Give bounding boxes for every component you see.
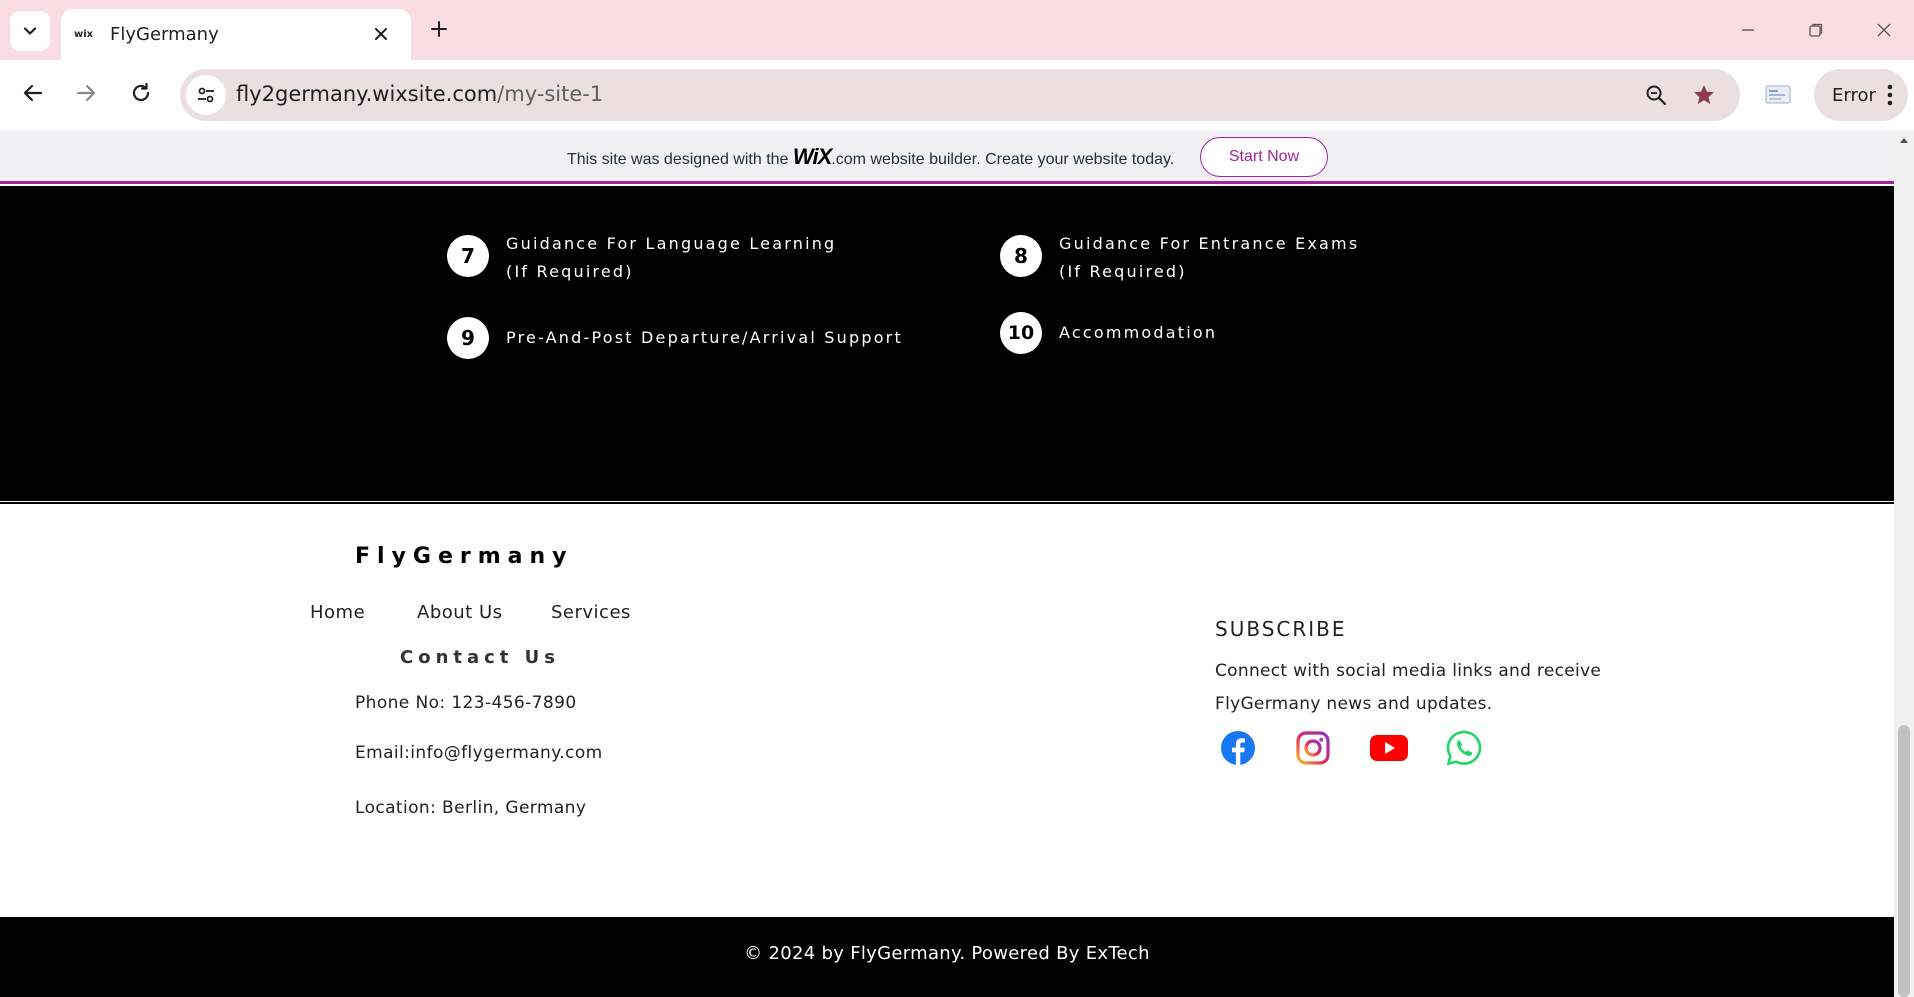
tab-strip: wix FlyGermany <box>0 0 1914 60</box>
service-item-10: 10 Accommodation <box>1000 312 1217 354</box>
tab-close-button[interactable] <box>369 22 393 46</box>
service-line: Guidance For Entrance Exams <box>1059 234 1360 253</box>
back-button[interactable] <box>13 73 53 113</box>
tab-title: FlyGermany <box>110 24 219 45</box>
start-now-button[interactable]: Start Now <box>1200 137 1328 177</box>
wix-ad-banner: This site was designed with the WiX.com … <box>0 130 1894 184</box>
copyright-bar: © 2024 by FlyGermany. Powered By ExTech <box>0 917 1894 997</box>
instagram-link[interactable] <box>1293 728 1333 768</box>
youtube-link[interactable] <box>1369 728 1409 768</box>
chevron-down-icon <box>23 27 37 35</box>
wix-logo: WiX <box>792 144 832 169</box>
banner-text-after: .com website builder. Create your websit… <box>831 151 1175 168</box>
service-number: 9 <box>447 317 489 359</box>
close-icon <box>375 28 387 40</box>
minimize-button[interactable] <box>1728 12 1768 48</box>
contact-phone: Phone No: 123-456-7890 <box>355 693 577 713</box>
url-text: fly2germany.wixsite.com/my-site-1 <box>236 82 603 106</box>
contact-title: Contact Us <box>400 647 561 668</box>
browser-tab[interactable]: wix FlyGermany <box>61 9 411 60</box>
service-number: 8 <box>1000 235 1042 277</box>
page-viewport: This site was designed with the WiX.com … <box>0 130 1914 997</box>
page-scrollbar[interactable] <box>1894 130 1914 997</box>
error-label: Error <box>1832 84 1876 106</box>
restore-button[interactable] <box>1796 12 1836 48</box>
services-section: 7 Guidance For Language Learning (If Req… <box>0 186 1894 501</box>
scrollbar-thumb[interactable] <box>1898 725 1910 997</box>
footer-brand: FlyGermany <box>355 544 574 569</box>
profile-error-chip[interactable]: Error <box>1814 69 1908 121</box>
service-text: Guidance For Language Learning (If Requi… <box>506 230 836 286</box>
new-tab-button[interactable] <box>424 14 454 44</box>
subscribe-title: SUBSCRIBE <box>1215 617 1347 641</box>
tab-search-button[interactable] <box>10 11 50 51</box>
contact-location: Location: Berlin, Germany <box>355 798 587 818</box>
extension-icon <box>1765 85 1791 104</box>
arrow-left-icon <box>23 84 43 102</box>
tune-icon <box>198 87 214 103</box>
more-vert-icon <box>1887 84 1893 106</box>
service-line: Pre-And-Post Departure/Arrival Support <box>506 328 903 347</box>
instagram-icon <box>1296 731 1330 765</box>
footer-nav-home[interactable]: Home <box>310 602 365 623</box>
service-line: Guidance For Language Learning <box>506 234 837 253</box>
reload-icon <box>132 82 150 102</box>
contact-email[interactable]: Email:info@flygermany.com <box>355 743 603 763</box>
star-icon <box>1694 85 1714 104</box>
footer-nav-about-us[interactable]: About Us <box>417 602 503 623</box>
browser-toolbar: fly2germany.wixsite.com/my-site-1 Error <box>0 60 1914 130</box>
reload-button[interactable] <box>121 73 161 113</box>
bookmark-button[interactable] <box>1686 77 1722 113</box>
site-footer: FlyGermany Home About Us Services Contac… <box>0 504 1894 917</box>
minimize-icon <box>1742 29 1754 31</box>
youtube-icon <box>1370 735 1408 761</box>
plus-icon <box>431 21 447 37</box>
service-item-9: 9 Pre-And-Post Departure/Arrival Support <box>447 317 903 359</box>
footer-nav-services[interactable]: Services <box>551 602 631 623</box>
arrow-right-icon <box>76 84 96 102</box>
copyright-text: © 2024 by FlyGermany. Powered By ExTech <box>744 943 1150 964</box>
whatsapp-icon <box>1446 730 1482 766</box>
service-item-7: 7 Guidance For Language Learning (If Req… <box>447 234 836 286</box>
service-item-8: 8 Guidance For Entrance Exams (If Requir… <box>1000 234 1359 286</box>
service-text: Guidance For Entrance Exams (If Required… <box>1059 230 1359 286</box>
zoom-icon <box>1646 85 1667 106</box>
wix-favicon-icon: wix <box>74 29 94 40</box>
subscribe-text: Connect with social media links and rece… <box>1215 661 1602 714</box>
service-text: Accommodation <box>1059 319 1217 347</box>
forward-button[interactable] <box>66 73 106 113</box>
url-path: /my-site-1 <box>497 82 604 106</box>
service-line: Accommodation <box>1059 323 1218 342</box>
service-number: 10 <box>1000 312 1042 354</box>
whatsapp-link[interactable] <box>1444 728 1484 768</box>
service-line: (If Required) <box>1059 262 1187 281</box>
window-close-button[interactable] <box>1864 12 1904 48</box>
facebook-icon <box>1221 731 1255 765</box>
extension-button[interactable] <box>1760 77 1796 113</box>
service-text: Pre-And-Post Departure/Arrival Support <box>506 324 903 352</box>
facebook-link[interactable] <box>1218 728 1258 768</box>
zoom-button[interactable] <box>1638 77 1674 113</box>
service-line: (If Required) <box>506 262 634 281</box>
banner-text: This site was designed with the WiX.com … <box>567 144 1174 170</box>
service-number: 7 <box>447 235 489 277</box>
banner-text-before: This site was designed with the <box>567 151 789 168</box>
close-icon <box>1877 23 1891 37</box>
url-host: fly2germany.wixsite.com <box>236 82 498 106</box>
restore-icon <box>1809 23 1823 37</box>
address-bar[interactable]: fly2germany.wixsite.com/my-site-1 <box>180 69 1740 121</box>
site-info-button[interactable] <box>186 75 226 115</box>
scroll-up-icon[interactable] <box>1898 134 1910 146</box>
